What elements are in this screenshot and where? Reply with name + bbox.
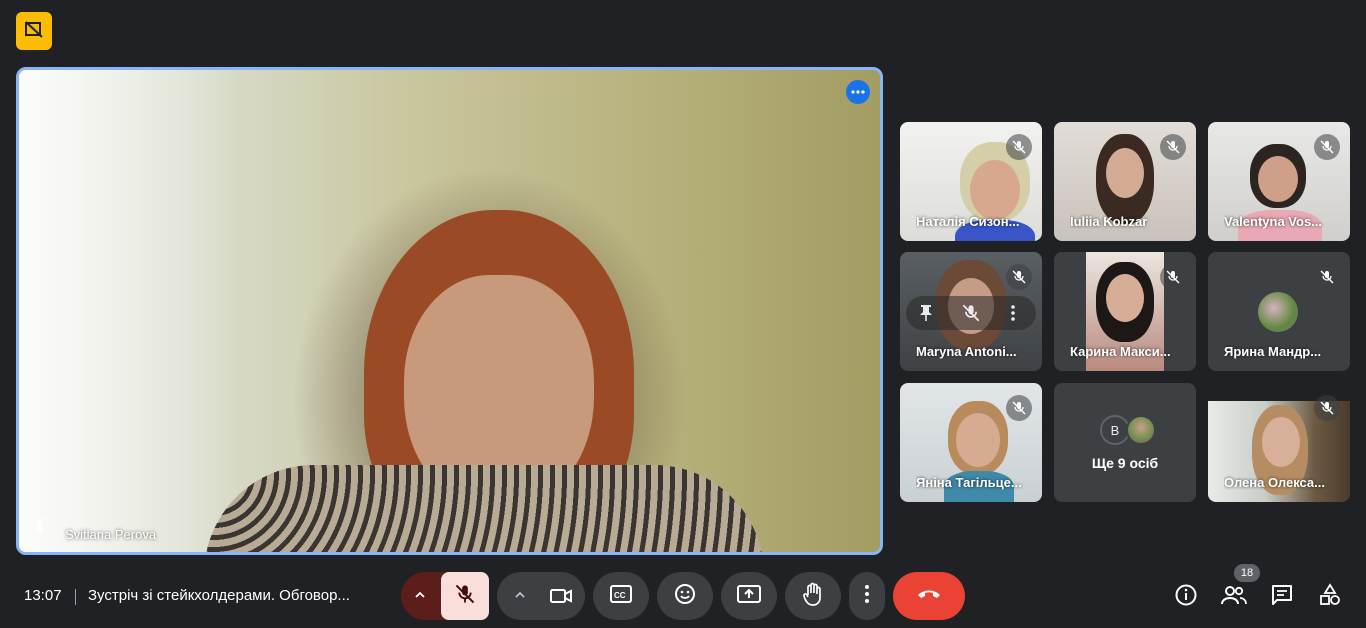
participant-name: Valentyna Vos... <box>1224 214 1323 229</box>
participant-name: Maryna Antoni... <box>916 344 1017 359</box>
chat-icon <box>1270 583 1294 612</box>
raise-hand-button[interactable] <box>785 572 841 620</box>
mic-off-icon <box>1160 134 1186 160</box>
participant-tile[interactable]: Олена Олекса... <box>1208 383 1350 502</box>
more-vert-icon <box>864 584 870 609</box>
chat-button[interactable] <box>1266 581 1298 613</box>
avatar <box>1126 415 1156 445</box>
mic-off-icon <box>1314 264 1340 290</box>
svg-text:CC: CC <box>614 591 626 600</box>
chevron-up-icon[interactable] <box>413 588 427 607</box>
mic-off-icon <box>455 584 475 609</box>
end-call-icon <box>916 587 942 606</box>
participant-tile[interactable]: Яніна Тагільце... <box>900 383 1042 502</box>
present-icon <box>736 583 762 610</box>
leave-call-button[interactable] <box>893 572 965 620</box>
speaker-body <box>204 465 764 552</box>
more-vert-icon[interactable] <box>1010 304 1016 327</box>
bottom-control-bar: 13:07 Зустріч зі стейкхолдерами. Обговор… <box>0 564 1366 628</box>
participant-name: Ярина Мандр... <box>1224 344 1322 359</box>
participant-tile[interactable]: Iuliia Kobzar <box>1054 122 1196 241</box>
no-video-badge[interactable] <box>16 12 52 50</box>
mic-off-icon <box>1160 264 1186 290</box>
captions-icon: CC <box>609 584 633 609</box>
captions-button[interactable]: CC <box>593 572 649 620</box>
mic-off-icon <box>1314 134 1340 160</box>
activities-icon <box>1318 582 1342 612</box>
more-options-button[interactable] <box>849 572 885 620</box>
mic-off-icon <box>1006 134 1032 160</box>
main-speaker-name: Svitlana Perova <box>65 527 157 542</box>
people-button[interactable] <box>1218 581 1250 613</box>
clock: 13:07 <box>24 587 62 604</box>
camera-icon[interactable] <box>549 585 573 612</box>
participant-face <box>970 160 1020 220</box>
mic-control-group <box>401 572 489 620</box>
participant-name: Iuliia Kobzar <box>1070 214 1148 229</box>
info-icon <box>1174 583 1198 612</box>
mic-off-icon[interactable] <box>962 304 980 327</box>
no-video-badge-icon <box>24 19 44 44</box>
participant-tile[interactable]: Карина Макси... <box>1054 252 1196 371</box>
participant-face <box>1106 148 1144 198</box>
divider <box>75 589 76 605</box>
participant-face <box>956 413 1000 467</box>
activities-button[interactable] <box>1314 581 1346 613</box>
mic-off-icon <box>1006 264 1032 290</box>
main-speaker-tile[interactable]: Svitlana Perova <box>16 67 883 555</box>
mic-off-icon <box>1006 395 1032 421</box>
participant-count-badge: 18 <box>1234 564 1260 582</box>
mic-toggle-button[interactable] <box>441 572 489 620</box>
participant-tile[interactable]: Наталія Сизон... <box>900 122 1042 241</box>
meeting-info-button[interactable] <box>1170 581 1202 613</box>
participant-name: Олена Олекса... <box>1224 475 1325 490</box>
more-options-icon[interactable] <box>846 80 870 104</box>
more-people-tile[interactable]: B Ще 9 осіб <box>1054 383 1196 502</box>
participant-tile[interactable]: Maryna Antoni... <box>900 252 1042 371</box>
present-button[interactable] <box>721 572 777 620</box>
participant-tile[interactable]: Valentyna Vos... <box>1208 122 1350 241</box>
pin-icon[interactable] <box>918 304 934 327</box>
raise-hand-icon <box>801 581 825 612</box>
participant-name: Наталія Сизон... <box>916 214 1020 229</box>
meeting-title: Зустріч зі стейкхолдерами. Обговор... <box>88 587 350 604</box>
participant-face <box>1258 156 1298 202</box>
emoji-button[interactable] <box>657 572 713 620</box>
participant-tile[interactable]: Ярина Мандр... <box>1208 252 1350 371</box>
participant-name: Карина Макси... <box>1070 344 1171 359</box>
people-icon <box>1221 584 1247 611</box>
more-people-avatars: B <box>1100 415 1156 445</box>
mic-off-icon <box>1314 395 1340 421</box>
background-window-light <box>19 70 239 552</box>
pin-icon <box>31 517 51 542</box>
emoji-icon <box>673 582 697 611</box>
camera-control-group <box>497 572 585 620</box>
chevron-up-icon[interactable] <box>513 588 527 607</box>
avatar <box>1258 292 1298 332</box>
participant-name: Яніна Тагільце... <box>916 475 1022 490</box>
more-people-label: Ще 9 осіб <box>1091 455 1159 471</box>
